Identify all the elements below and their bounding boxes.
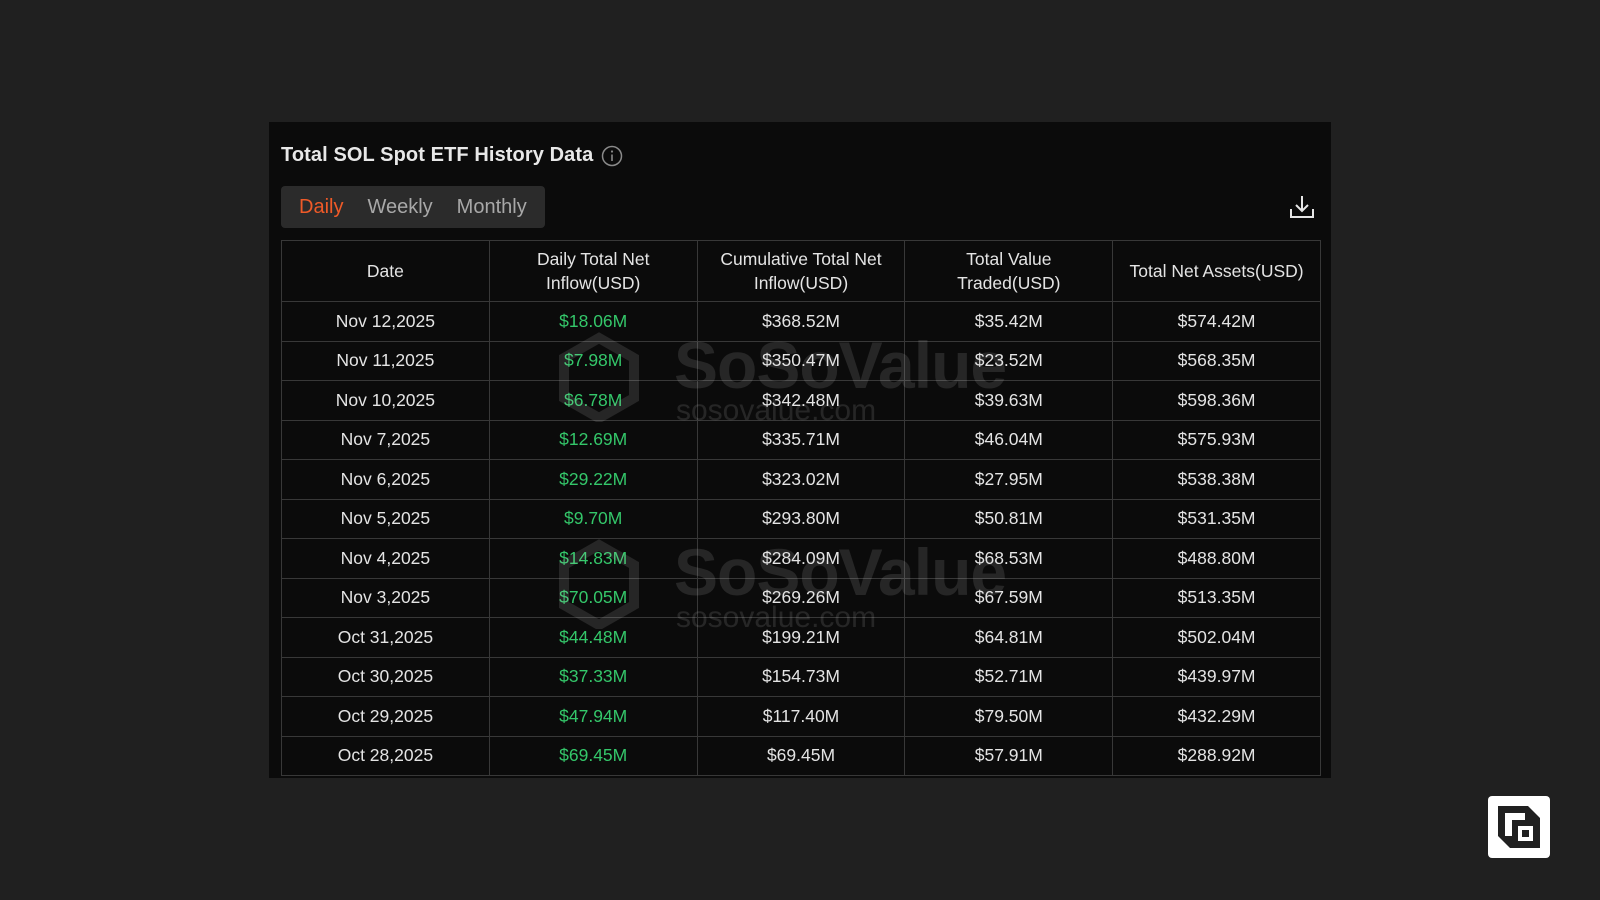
table-row: Nov 12,2025 $18.06M $368.52M $35.42M $57… (281, 301, 1321, 342)
cell-cumulative-inflow: $154.73M (696, 656, 906, 697)
table-row: Oct 31,2025 $44.48M $199.21M $64.81M $50… (281, 617, 1321, 658)
cell-value-traded: $68.53M (904, 538, 1114, 579)
cell-net-assets: $575.93M (1112, 419, 1321, 460)
cell-daily-inflow: $69.45M (488, 735, 698, 776)
cell-value-traded: $67.59M (904, 577, 1114, 618)
cell-cumulative-inflow: $199.21M (696, 617, 906, 658)
header-value-traded[interactable]: Total Value Traded(USD) (904, 240, 1114, 302)
brand-logo-icon (1488, 796, 1550, 858)
cell-cumulative-inflow: $335.71M (696, 419, 906, 460)
cell-net-assets: $568.35M (1112, 340, 1321, 381)
cell-daily-inflow: $47.94M (488, 696, 698, 737)
table-row: Nov 3,2025 $70.05M $269.26M $67.59M $513… (281, 577, 1321, 618)
header-net-assets[interactable]: Total Net Assets(USD) (1112, 240, 1321, 302)
cell-value-traded: $57.91M (904, 735, 1114, 776)
cell-date: Nov 4,2025 (281, 538, 490, 579)
etf-history-panel: Total SOL Spot ETF History Data Daily We… (269, 122, 1331, 778)
cell-date: Nov 6,2025 (281, 459, 490, 500)
cell-daily-inflow: $6.78M (488, 380, 698, 421)
cell-date: Oct 28,2025 (281, 735, 490, 776)
cell-date: Nov 12,2025 (281, 301, 490, 342)
cell-net-assets: $574.42M (1112, 301, 1321, 342)
cell-value-traded: $27.95M (904, 459, 1114, 500)
cell-date: Nov 5,2025 (281, 498, 490, 539)
cell-date: Nov 10,2025 (281, 380, 490, 421)
cell-cumulative-inflow: $69.45M (696, 735, 906, 776)
header-date[interactable]: Date (281, 240, 490, 302)
table-row: Nov 5,2025 $9.70M $293.80M $50.81M $531.… (281, 498, 1321, 539)
cell-net-assets: $488.80M (1112, 538, 1321, 579)
cell-cumulative-inflow: $368.52M (696, 301, 906, 342)
cell-cumulative-inflow: $350.47M (696, 340, 906, 381)
cell-value-traded: $64.81M (904, 617, 1114, 658)
period-tabs: Daily Weekly Monthly (281, 186, 545, 228)
table-row: Oct 30,2025 $37.33M $154.73M $52.71M $43… (281, 656, 1321, 697)
cell-daily-inflow: $29.22M (488, 459, 698, 500)
cell-cumulative-inflow: $117.40M (696, 696, 906, 737)
cell-cumulative-inflow: $323.02M (696, 459, 906, 500)
cell-net-assets: $513.35M (1112, 577, 1321, 618)
cell-daily-inflow: $37.33M (488, 656, 698, 697)
cell-value-traded: $23.52M (904, 340, 1114, 381)
download-icon[interactable] (1287, 192, 1317, 222)
cell-value-traded: $39.63M (904, 380, 1114, 421)
table-header-row: Date Daily Total Net Inflow(USD) Cumulat… (281, 240, 1321, 302)
cell-date: Nov 11,2025 (281, 340, 490, 381)
cell-net-assets: $432.29M (1112, 696, 1321, 737)
cell-net-assets: $288.92M (1112, 735, 1321, 776)
history-table: Date Daily Total Net Inflow(USD) Cumulat… (281, 240, 1321, 776)
title-row: Total SOL Spot ETF History Data (281, 144, 623, 167)
cell-net-assets: $531.35M (1112, 498, 1321, 539)
cell-net-assets: $538.38M (1112, 459, 1321, 500)
cell-date: Nov 7,2025 (281, 419, 490, 460)
header-daily-inflow[interactable]: Daily Total Net Inflow(USD) (488, 240, 698, 302)
table-row: Nov 11,2025 $7.98M $350.47M $23.52M $568… (281, 340, 1321, 381)
tab-daily[interactable]: Daily (287, 196, 355, 219)
cell-daily-inflow: $44.48M (488, 617, 698, 658)
cell-value-traded: $35.42M (904, 301, 1114, 342)
tab-monthly[interactable]: Monthly (445, 196, 539, 219)
cell-date: Oct 31,2025 (281, 617, 490, 658)
page-title: Total SOL Spot ETF History Data (281, 144, 594, 166)
table-row: Nov 10,2025 $6.78M $342.48M $39.63M $598… (281, 380, 1321, 421)
cell-daily-inflow: $70.05M (488, 577, 698, 618)
cell-date: Oct 29,2025 (281, 696, 490, 737)
tab-weekly[interactable]: Weekly (355, 196, 444, 219)
cell-daily-inflow: $12.69M (488, 419, 698, 460)
cell-net-assets: $502.04M (1112, 617, 1321, 658)
cell-daily-inflow: $9.70M (488, 498, 698, 539)
table-row: Nov 6,2025 $29.22M $323.02M $27.95M $538… (281, 459, 1321, 500)
cell-date: Oct 30,2025 (281, 656, 490, 697)
cell-value-traded: $50.81M (904, 498, 1114, 539)
cell-net-assets: $439.97M (1112, 656, 1321, 697)
cell-cumulative-inflow: $293.80M (696, 498, 906, 539)
table-row: Oct 29,2025 $47.94M $117.40M $79.50M $43… (281, 696, 1321, 737)
cell-cumulative-inflow: $342.48M (696, 380, 906, 421)
cell-value-traded: $46.04M (904, 419, 1114, 460)
cell-value-traded: $52.71M (904, 656, 1114, 697)
table-row: Oct 28,2025 $69.45M $69.45M $57.91M $288… (281, 735, 1321, 776)
table-row: Nov 4,2025 $14.83M $284.09M $68.53M $488… (281, 538, 1321, 579)
cell-daily-inflow: $14.83M (488, 538, 698, 579)
cell-net-assets: $598.36M (1112, 380, 1321, 421)
header-cumulative-inflow[interactable]: Cumulative Total Net Inflow(USD) (696, 240, 906, 302)
table-row: Nov 7,2025 $12.69M $335.71M $46.04M $575… (281, 419, 1321, 460)
cell-daily-inflow: $7.98M (488, 340, 698, 381)
cell-date: Nov 3,2025 (281, 577, 490, 618)
cell-cumulative-inflow: $269.26M (696, 577, 906, 618)
cell-cumulative-inflow: $284.09M (696, 538, 906, 579)
cell-value-traded: $79.50M (904, 696, 1114, 737)
info-icon[interactable] (601, 145, 623, 167)
cell-daily-inflow: $18.06M (488, 301, 698, 342)
